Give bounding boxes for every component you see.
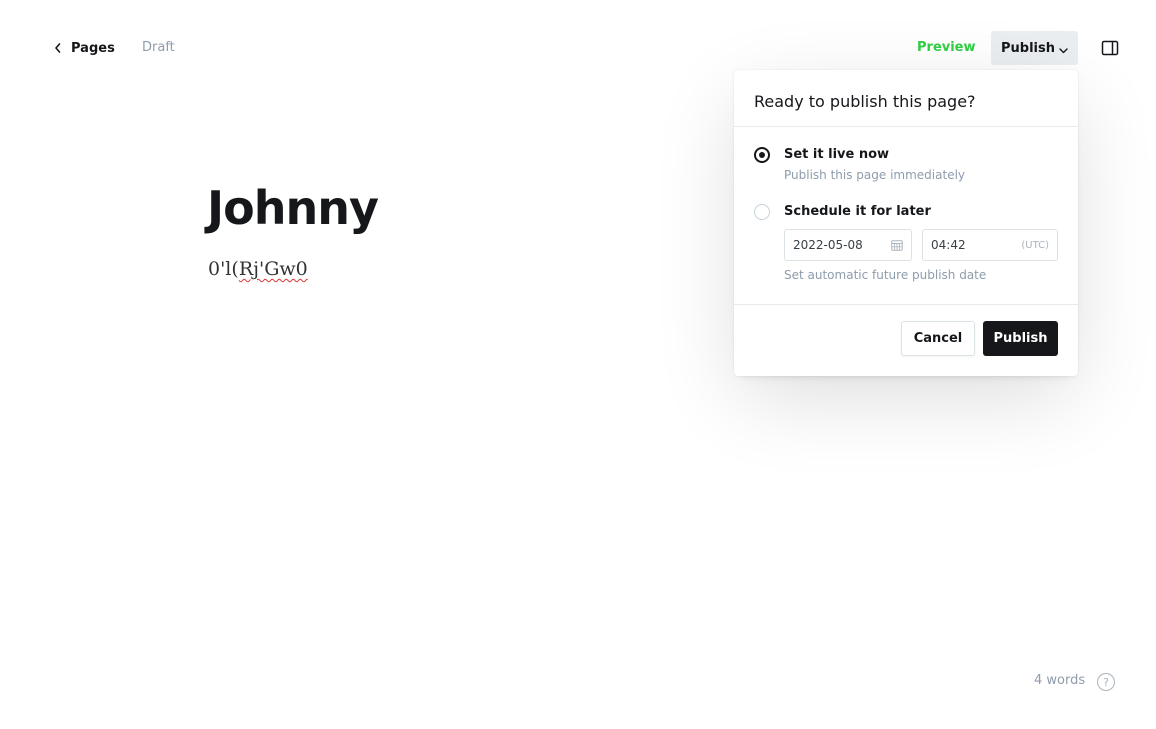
- option-later-label[interactable]: Schedule it for later: [784, 204, 931, 219]
- post-title[interactable]: Johnny: [207, 183, 379, 234]
- option-later-description: Set automatic future publish date: [784, 268, 987, 282]
- sidebar-toggle-icon[interactable]: [1101, 39, 1119, 57]
- radio-set-live-now[interactable]: [754, 147, 770, 163]
- publish-trigger-label: Publish: [1001, 40, 1055, 56]
- schedule-time-input[interactable]: 04:42 (UTC): [922, 229, 1058, 261]
- word-count: 4 words: [1034, 673, 1086, 688]
- option-now-label[interactable]: Set it live now: [784, 147, 889, 162]
- schedule-time-value: 04:42: [931, 238, 966, 252]
- calendar-icon[interactable]: [891, 236, 903, 255]
- post-body[interactable]: 0'l(Rj'Gw0: [208, 258, 308, 280]
- back-to-pages-link[interactable]: Pages: [54, 39, 115, 57]
- option-now-description: Publish this page immediately: [784, 168, 966, 182]
- divider: [734, 304, 1078, 305]
- publish-dropdown: Ready to publish this page? Set it live …: [734, 70, 1078, 376]
- publish-dropdown-heading: Ready to publish this page?: [754, 92, 976, 111]
- back-link-label: Pages: [71, 40, 115, 56]
- cancel-button[interactable]: Cancel: [901, 321, 975, 356]
- chevron-down-icon: [1059, 39, 1068, 58]
- divider: [734, 126, 1078, 127]
- chevron-left-icon: [54, 43, 62, 53]
- post-status: Draft: [142, 40, 175, 55]
- timezone-label: (UTC): [1021, 239, 1049, 251]
- help-icon[interactable]: ?: [1097, 673, 1115, 691]
- radio-schedule-later[interactable]: [754, 204, 770, 220]
- publish-menu-trigger[interactable]: Publish: [991, 31, 1078, 65]
- publish-confirm-button[interactable]: Publish: [983, 321, 1058, 356]
- post-body-text: 0'l(: [208, 258, 239, 280]
- schedule-date-value: 2022-05-08: [793, 238, 863, 252]
- misspelled-word: Rj'Gw0: [238, 258, 308, 280]
- preview-button[interactable]: Preview: [917, 40, 976, 55]
- schedule-date-input[interactable]: 2022-05-08: [784, 229, 912, 261]
